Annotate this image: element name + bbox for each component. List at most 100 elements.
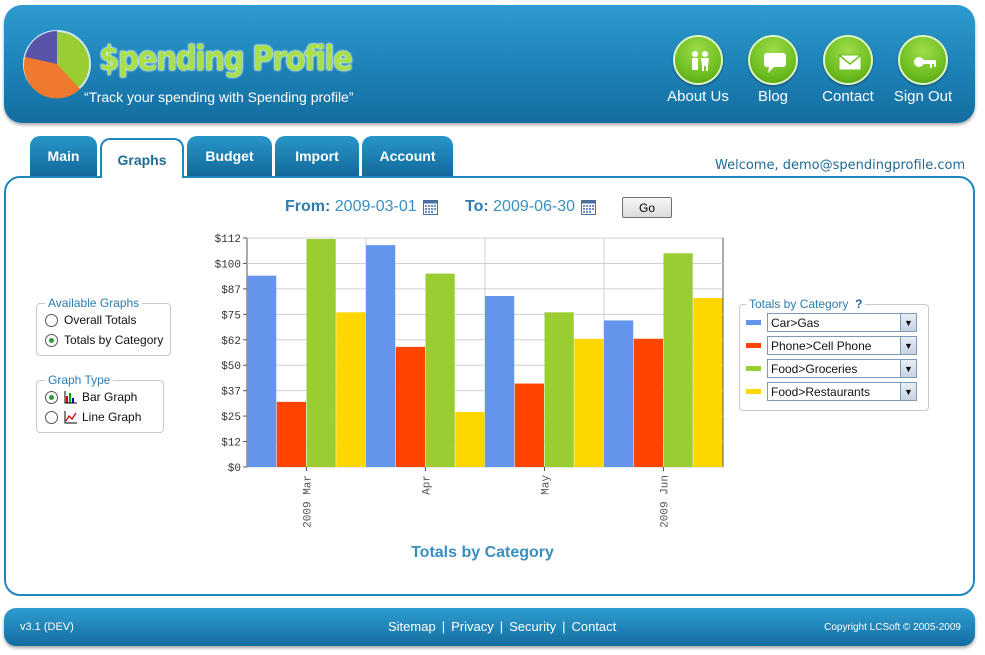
bar [693,298,723,467]
ytick-label: $75 [221,310,241,322]
line-graph-radio[interactable]: Line Graph [45,407,157,427]
bar [247,275,277,467]
radio-selected-icon [45,390,58,404]
bar [455,412,485,467]
xtick-label: 2009 Mar [303,475,315,528]
bar [276,401,306,467]
bar [544,312,574,467]
about-us-button[interactable]: About Us [658,35,738,105]
bar [633,338,663,467]
tab-budget[interactable]: Budget [187,136,272,176]
from-date-group: From: 2009-03-01 [285,198,417,216]
footer-link-sitemap[interactable]: Sitemap [388,619,436,634]
app-logo-title: $pending Profile [99,39,353,79]
overall-totals-radio[interactable]: Overall Totals [45,310,164,330]
radio-icon [45,410,58,424]
category-select[interactable]: Food>Groceries ▼ [767,359,917,378]
category-select-value: Car>Gas [771,315,820,330]
help-icon[interactable]: ? [855,297,862,311]
category-row: Car>Gas ▼ [746,311,922,334]
calendar-icon[interactable] [581,200,596,215]
ytick-label: $112 [215,234,241,246]
bar [604,320,634,467]
header-bar: $pending Profile “Track your spending wi… [4,5,975,123]
footer-bar: v3.1 (DEV) Sitemap | Privacy | Security … [4,608,975,646]
footer-separator: | [499,619,504,634]
ytick-label: $0 [228,463,241,475]
bar [574,338,604,467]
chevron-down-icon: ▼ [900,360,916,377]
to-date-value[interactable]: 2009-06-30 [493,198,575,215]
category-select-value: Food>Restaurants [771,384,871,399]
from-date-value[interactable]: 2009-03-01 [335,198,417,215]
tagline: “Track your spending with Spending profi… [84,89,354,105]
contact-label: Contact [822,88,874,105]
line-graph-label: Line Graph [82,410,142,424]
overall-totals-label: Overall Totals [64,313,137,327]
calendar-icon[interactable] [423,200,438,215]
footer-link-privacy[interactable]: Privacy [451,619,494,634]
ytick-label: $12 [221,438,241,450]
footer-separator: | [441,619,446,634]
go-button[interactable]: Go [622,197,672,218]
tab-account[interactable]: Account [362,136,453,176]
radio-selected-icon [45,333,58,347]
footer-link-contact[interactable]: Contact [571,619,616,634]
bar [425,273,455,467]
category-select[interactable]: Phone>Cell Phone ▼ [767,336,917,355]
category-select[interactable]: Car>Gas ▼ [767,313,917,332]
bar-graph-label: Bar Graph [82,390,138,404]
blog-label: Blog [757,88,789,105]
bar-graph-radio[interactable]: Bar Graph [45,387,157,407]
bar [514,383,544,467]
category-select[interactable]: Food>Restaurants ▼ [767,382,917,401]
totals-by-category-radio[interactable]: Totals by Category [45,330,164,350]
sign-out-button[interactable]: Sign Out [883,35,963,105]
tab-import[interactable]: Import [275,136,359,176]
sign-out-label: Sign Out [893,88,953,105]
color-swatch [746,343,761,348]
category-legend-title: Totals by Category ? [746,297,865,311]
line-chart-icon [64,411,77,424]
category-legend-label: Totals by Category [749,297,849,311]
key-icon [898,35,948,85]
available-graphs-box: Available Graphs Overall Totals Totals b… [36,296,171,356]
bar [306,239,336,467]
version-label: v3.1 (DEV) [20,621,74,633]
tab-main[interactable]: Main [30,136,97,176]
copyright-text: Copyright LCSoft © 2005-2009 [824,622,961,633]
footer-separator: | [562,619,566,634]
welcome-text: Welcome, demo@spendingprofile.com [715,158,966,173]
chevron-down-icon: ▼ [900,314,916,331]
footer-links: Sitemap | Privacy | Security | Contact [388,619,616,634]
graph-type-legend: Graph Type [48,373,111,387]
ytick-label: $87 [221,285,241,297]
color-swatch [746,389,761,394]
pie-chart-logo-icon [23,30,91,99]
chevron-down-icon: ▼ [900,383,916,400]
graph-type-box: Graph Type Bar Graph Line Graph [36,373,164,433]
ytick-label: $100 [215,259,241,271]
category-row: Food>Restaurants ▼ [746,380,922,403]
bar [366,245,396,467]
bar [336,312,366,467]
from-label: From: [285,198,331,215]
category-legend-box: Totals by Category ? Car>Gas ▼ Phone>Cell … [739,297,929,411]
category-row: Phone>Cell Phone ▼ [746,334,922,357]
bar-chart-icon [64,391,77,404]
to-date-group: To: 2009-06-30 [465,198,575,216]
tab-graphs[interactable]: Graphs [100,138,184,178]
available-graphs-legend: Available Graphs [48,296,140,310]
bar-chart: $0 $12 $25 $37 $50 $62 $75 $87 $100 $112 2009 Mar A… [215,234,724,528]
contact-button[interactable]: Contact [808,35,888,105]
people-icon [673,35,723,85]
chevron-down-icon: ▼ [900,337,916,354]
to-label: To: [465,198,489,215]
footer-link-security[interactable]: Security [509,619,556,634]
blog-button[interactable]: Blog [733,35,813,105]
ytick-label: $50 [221,361,241,373]
speech-bubble-icon [748,35,798,85]
ytick-label: $62 [221,336,241,348]
xtick-label: 2009 Jun [660,475,672,528]
chart-title: Totals by Category [411,544,554,561]
